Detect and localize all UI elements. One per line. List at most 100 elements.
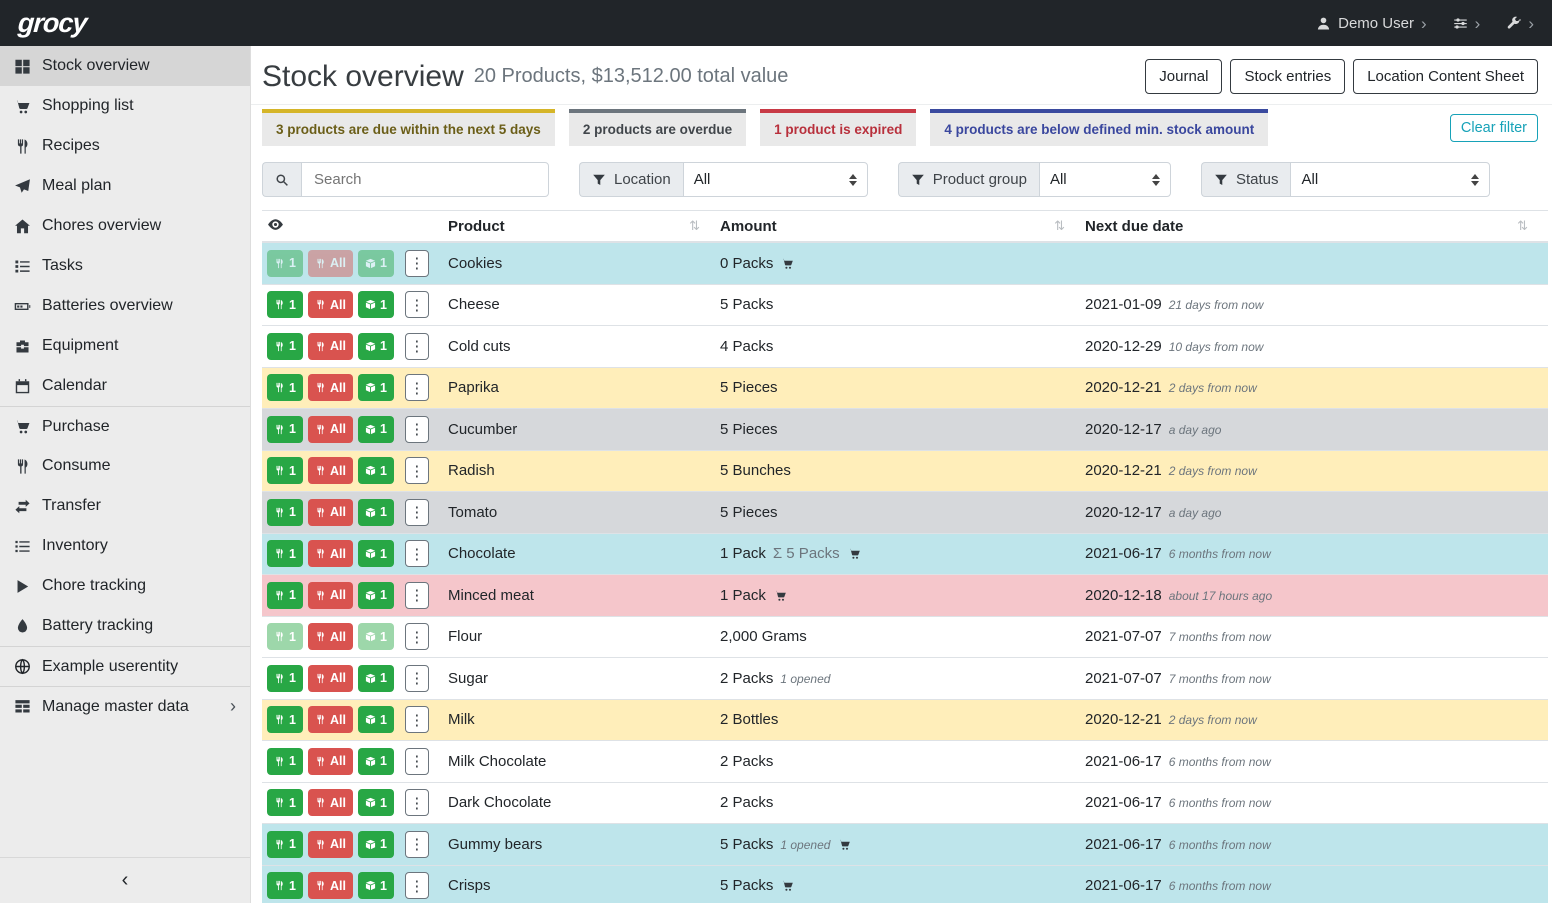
row-menu-button[interactable]: ⋮ xyxy=(405,540,429,567)
consume-all-button[interactable]: All xyxy=(308,291,353,318)
consume-all-button[interactable]: All xyxy=(308,582,353,609)
sidebar-item-inventory[interactable]: Inventory xyxy=(0,526,250,566)
row-menu-button[interactable]: ⋮ xyxy=(405,582,429,609)
product-name[interactable]: Cheese xyxy=(448,296,720,313)
open-one-button[interactable]: 1 xyxy=(358,374,394,401)
open-one-button[interactable]: 1 xyxy=(358,540,394,567)
product-name[interactable]: Gummy bears xyxy=(448,836,720,853)
open-one-button[interactable]: 1 xyxy=(358,582,394,609)
product-group-select[interactable]: All xyxy=(1039,162,1171,197)
row-menu-button[interactable]: ⋮ xyxy=(405,706,429,733)
consume-one-button[interactable]: 1 xyxy=(267,623,303,650)
row-menu-button[interactable]: ⋮ xyxy=(405,250,429,277)
consume-one-button[interactable]: 1 xyxy=(267,831,303,858)
location-select[interactable]: All xyxy=(683,162,868,197)
consume-all-button[interactable]: All xyxy=(308,789,353,816)
consume-one-button[interactable]: 1 xyxy=(267,748,303,775)
consume-one-button[interactable]: 1 xyxy=(267,789,303,816)
open-one-button[interactable]: 1 xyxy=(358,416,394,443)
consume-all-button[interactable]: All xyxy=(308,540,353,567)
consume-one-button[interactable]: 1 xyxy=(267,291,303,318)
sidebar-item-consume[interactable]: Consume xyxy=(0,446,250,486)
open-one-button[interactable]: 1 xyxy=(358,250,394,277)
product-name[interactable]: Cookies xyxy=(448,255,720,272)
consume-all-button[interactable]: All xyxy=(308,748,353,775)
consume-one-button[interactable]: 1 xyxy=(267,333,303,360)
product-name[interactable]: Tomato xyxy=(448,504,720,521)
consume-all-button[interactable]: All xyxy=(308,499,353,526)
location-content-sheet-button[interactable]: Location Content Sheet xyxy=(1353,59,1538,94)
row-menu-button[interactable]: ⋮ xyxy=(405,872,429,899)
sidebar-item-chore-tracking[interactable]: Chore tracking xyxy=(0,566,250,606)
stock-entries-button[interactable]: Stock entries xyxy=(1230,59,1345,94)
consume-one-button[interactable]: 1 xyxy=(267,706,303,733)
row-menu-button[interactable]: ⋮ xyxy=(405,623,429,650)
consume-one-button[interactable]: 1 xyxy=(267,374,303,401)
search-input[interactable] xyxy=(301,162,549,197)
banner-due-soon[interactable]: 3 products are due within the next 5 day… xyxy=(262,109,555,146)
product-name[interactable]: Milk Chocolate xyxy=(448,753,720,770)
user-menu[interactable]: Demo User › xyxy=(1316,15,1427,32)
banner-overdue[interactable]: 2 products are overdue xyxy=(569,109,746,146)
product-name[interactable]: Cold cuts xyxy=(448,338,720,355)
column-header-next-due-date[interactable]: Next due date ⇅ xyxy=(1085,218,1548,235)
sidebar-item-purchase[interactable]: Purchase xyxy=(0,406,250,446)
column-visibility-button[interactable] xyxy=(262,216,448,237)
row-menu-button[interactable]: ⋮ xyxy=(405,499,429,526)
consume-one-button[interactable]: 1 xyxy=(267,582,303,609)
banner-expired[interactable]: 1 product is expired xyxy=(760,109,916,146)
product-name[interactable]: Flour xyxy=(448,628,720,645)
product-name[interactable]: Milk xyxy=(448,711,720,728)
product-name[interactable]: Chocolate xyxy=(448,545,720,562)
product-name[interactable]: Sugar xyxy=(448,670,720,687)
product-name[interactable]: Paprika xyxy=(448,379,720,396)
open-one-button[interactable]: 1 xyxy=(358,831,394,858)
open-one-button[interactable]: 1 xyxy=(358,665,394,692)
consume-one-button[interactable]: 1 xyxy=(267,499,303,526)
consume-one-button[interactable]: 1 xyxy=(267,457,303,484)
consume-one-button[interactable]: 1 xyxy=(267,416,303,443)
product-name[interactable]: Minced meat xyxy=(448,587,720,604)
consume-one-button[interactable]: 1 xyxy=(267,872,303,899)
sidebar-item-recipes[interactable]: Recipes xyxy=(0,126,250,166)
consume-all-button[interactable]: All xyxy=(308,250,353,277)
sidebar-collapse-button[interactable]: ‹ xyxy=(0,857,250,903)
journal-button[interactable]: Journal xyxy=(1145,59,1222,94)
settings-menu[interactable]: › xyxy=(1453,15,1481,32)
consume-all-button[interactable]: All xyxy=(308,333,353,360)
column-header-amount[interactable]: Amount ⇅ xyxy=(720,218,1085,235)
open-one-button[interactable]: 1 xyxy=(358,291,394,318)
consume-all-button[interactable]: All xyxy=(308,374,353,401)
sidebar-item-example-userentity[interactable]: Example userentity xyxy=(0,646,250,686)
row-menu-button[interactable]: ⋮ xyxy=(405,416,429,443)
row-menu-button[interactable]: ⋮ xyxy=(405,665,429,692)
product-name[interactable]: Crisps xyxy=(448,877,720,894)
admin-menu[interactable]: › xyxy=(1506,15,1534,32)
sidebar-item-tasks[interactable]: Tasks xyxy=(0,246,250,286)
open-one-button[interactable]: 1 xyxy=(358,789,394,816)
sidebar-item-equipment[interactable]: Equipment xyxy=(0,326,250,366)
sidebar-item-meal-plan[interactable]: Meal plan xyxy=(0,166,250,206)
row-menu-button[interactable]: ⋮ xyxy=(405,748,429,775)
sidebar-item-shopping-list[interactable]: Shopping list xyxy=(0,86,250,126)
open-one-button[interactable]: 1 xyxy=(358,706,394,733)
row-menu-button[interactable]: ⋮ xyxy=(405,374,429,401)
row-menu-button[interactable]: ⋮ xyxy=(405,831,429,858)
sidebar-item-calendar[interactable]: Calendar xyxy=(0,366,250,406)
sidebar-item-battery-tracking[interactable]: Battery tracking xyxy=(0,606,250,646)
consume-one-button[interactable]: 1 xyxy=(267,665,303,692)
consume-all-button[interactable]: All xyxy=(308,623,353,650)
consume-all-button[interactable]: All xyxy=(308,706,353,733)
open-one-button[interactable]: 1 xyxy=(358,748,394,775)
row-menu-button[interactable]: ⋮ xyxy=(405,291,429,318)
row-menu-button[interactable]: ⋮ xyxy=(405,789,429,816)
open-one-button[interactable]: 1 xyxy=(358,872,394,899)
grocy-logo[interactable]: grocy xyxy=(17,8,88,39)
open-one-button[interactable]: 1 xyxy=(358,457,394,484)
column-header-product[interactable]: Product ⇅ xyxy=(448,218,720,235)
consume-all-button[interactable]: All xyxy=(308,416,353,443)
sidebar-item-transfer[interactable]: Transfer xyxy=(0,486,250,526)
sidebar-item-batteries-overview[interactable]: Batteries overview xyxy=(0,286,250,326)
sidebar-item-manage-master-data[interactable]: Manage master data › xyxy=(0,686,250,726)
consume-one-button[interactable]: 1 xyxy=(267,250,303,277)
